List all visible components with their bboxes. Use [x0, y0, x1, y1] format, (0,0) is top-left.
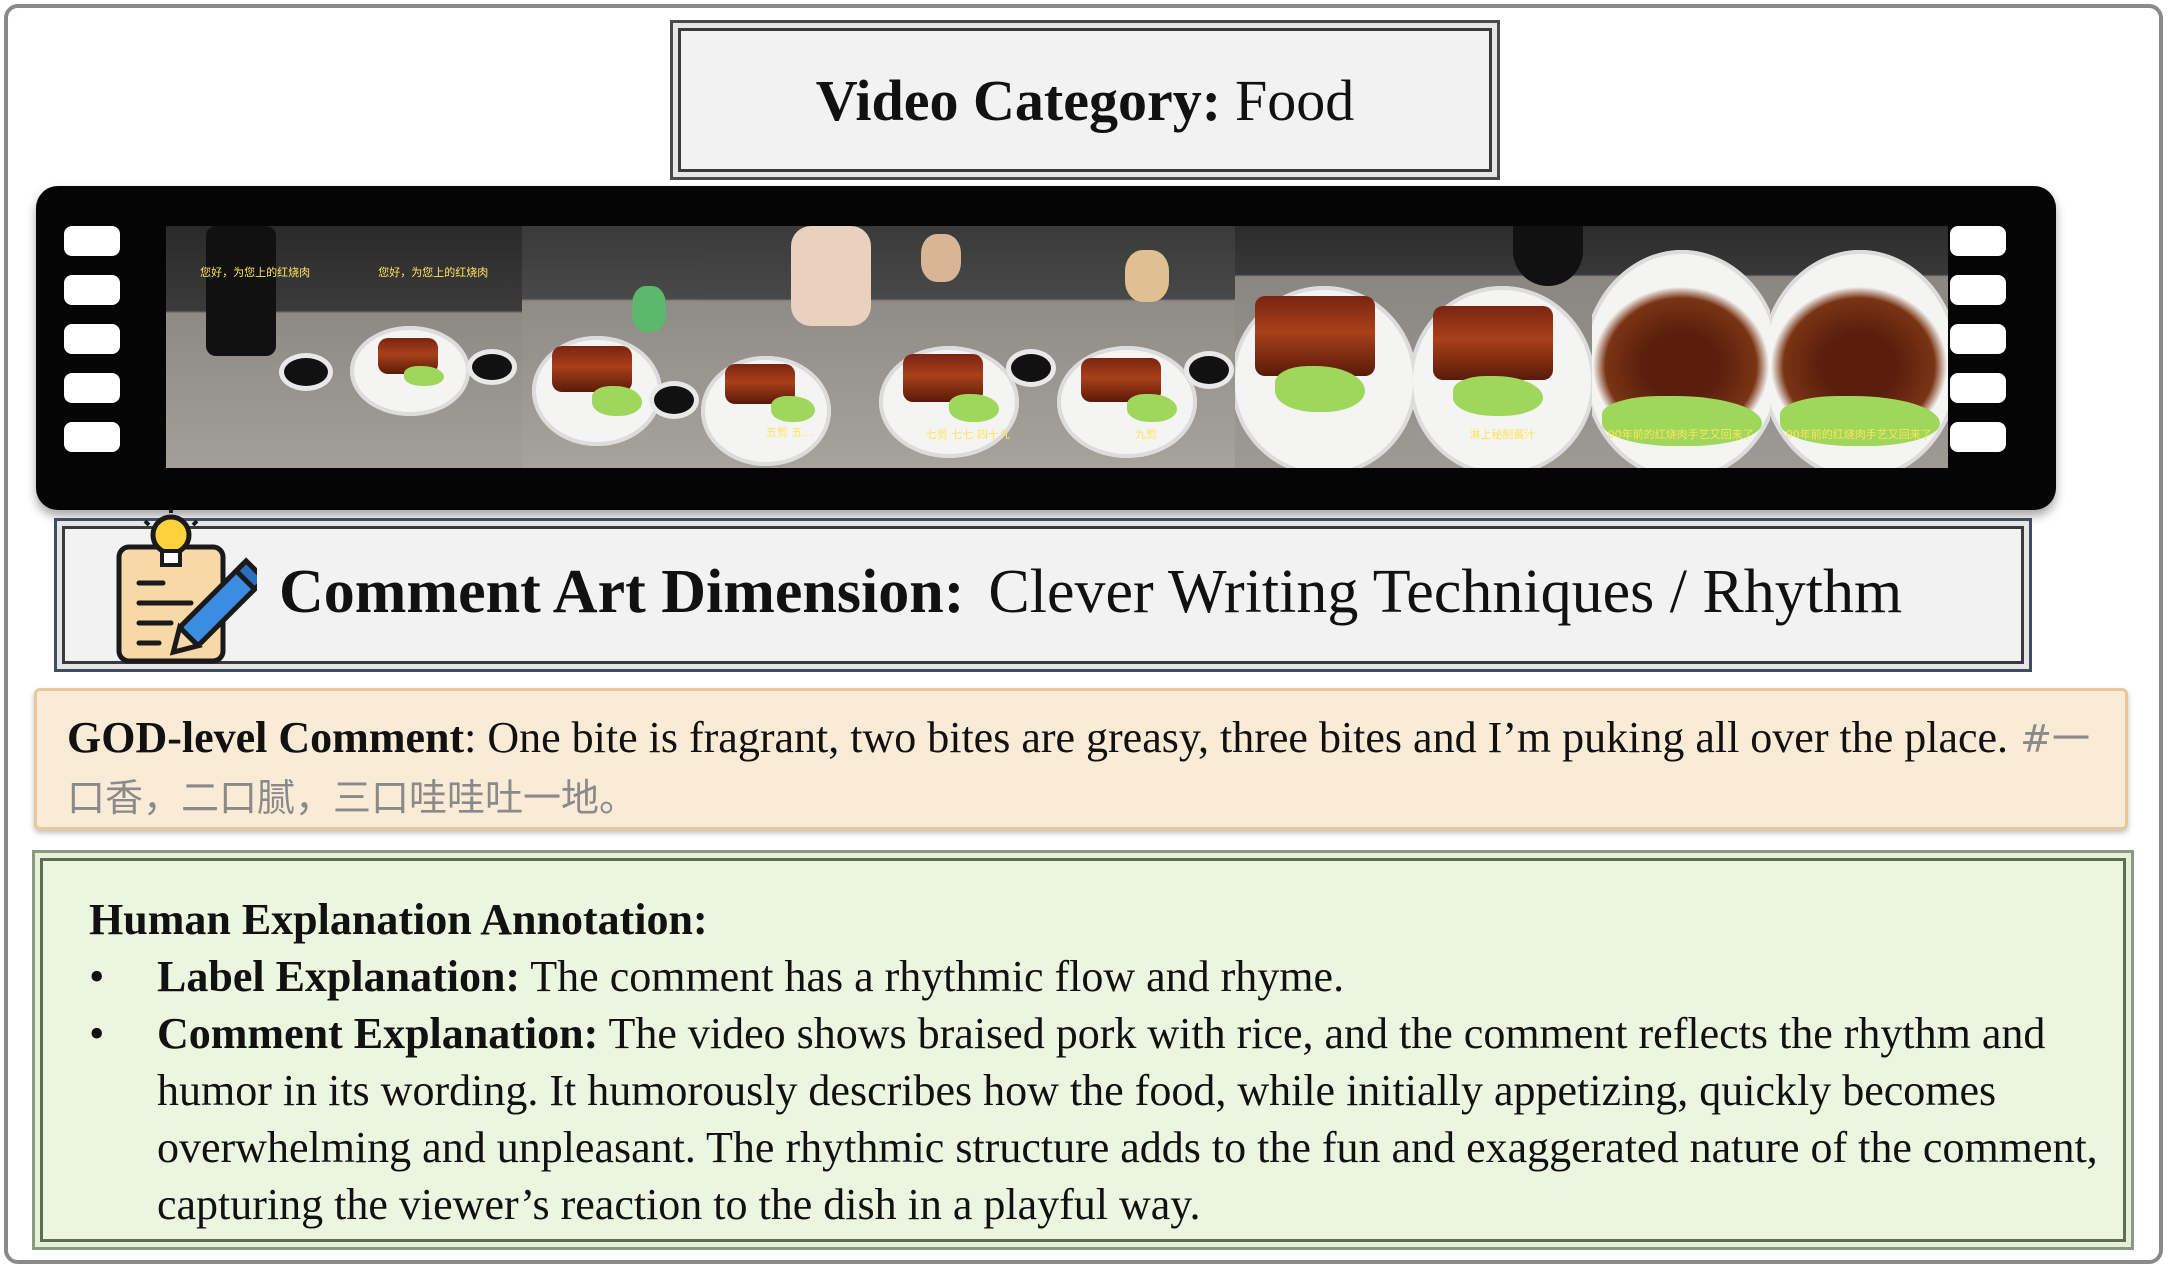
notepad-pencil-lightbulb-icon	[116, 509, 257, 664]
frame-subtitle: 00年前的红烧肉手艺又回来了	[1785, 428, 1932, 441]
frame-subtitle: 七剪 七七 四十九	[925, 428, 1010, 441]
frame-subtitle: 九剪	[1135, 428, 1158, 441]
label-explanation-text: The comment has a rhythmic flow and rhym…	[520, 952, 1345, 1001]
bullet: •	[89, 1009, 105, 1058]
label-explanation-label: Label Explanation:	[157, 952, 521, 1001]
frame-subtitle: 淋上秘制酱汁	[1469, 428, 1536, 441]
video-frame-2: 您好，为您上的红烧肉	[344, 226, 523, 468]
frame-subtitle: 您好，为您上的红烧肉	[200, 266, 311, 279]
video-frames: 您好，为您上的红烧肉 您好，为您上的红烧肉 五剪 五… 七剪 七七 四十九 九剪…	[166, 226, 1948, 468]
god-comment-label: GOD-level Comment	[67, 713, 465, 762]
film-holes-right	[1950, 226, 2006, 471]
video-frame-1: 您好，为您上的红烧肉	[166, 226, 345, 468]
art-dimension-text: Comment Art Dimension: Clever Writing Tec…	[279, 557, 1902, 628]
frame-subtitle: 五剪 五…	[765, 426, 814, 439]
video-frame-6: 九剪	[1056, 226, 1236, 468]
video-category-value: Food	[1235, 67, 1355, 133]
video-frame-4: 五剪 五…	[700, 226, 879, 468]
art-dimension-label: Comment Art Dimension:	[279, 558, 965, 626]
human-annotation-title: Human Explanation Annotation:	[89, 895, 708, 944]
art-dimension-box: Comment Art Dimension: Clever Writing Tec…	[62, 509, 2024, 664]
god-comment-text: : One bite is fragrant, two bites are gr…	[464, 713, 2009, 762]
film-strip: 您好，为您上的红烧肉 您好，为您上的红烧肉 五剪 五… 七剪 七七 四十九 九剪…	[36, 186, 2056, 510]
film-holes-left	[64, 226, 120, 471]
video-frame-10: 00年前的红烧肉手艺又回来了	[1769, 226, 1948, 468]
video-category-box: Video Category: Food	[678, 28, 1492, 172]
god-level-comment-box: GOD-level Comment: One bite is fragrant,…	[34, 688, 2128, 830]
video-frame-5: 七剪 七七 四十九	[878, 226, 1057, 468]
video-frame-9: 00年前的红烧肉手艺又回来了	[1591, 226, 1770, 468]
video-frame-3	[522, 226, 701, 468]
human-annotation-box: Human Explanation Annotation: • Label Ex…	[40, 858, 2126, 1242]
frame-subtitle: 00年前的红烧肉手艺又回来了	[1607, 428, 1754, 441]
video-frame-8: 淋上秘制酱汁	[1413, 226, 1592, 468]
comment-explanation-item: • Comment Explanation: The video shows b…	[89, 1005, 2123, 1233]
video-category-label: Video Category:	[815, 67, 1222, 133]
comment-explanation-label: Comment Explanation:	[157, 1009, 599, 1058]
label-explanation-item: • Label Explanation: The comment has a r…	[89, 948, 2123, 1005]
bullet: •	[89, 952, 105, 1001]
art-dimension-value: Clever Writing Techniques / Rhythm	[988, 558, 1903, 626]
frame-subtitle: 您好，为您上的红烧肉	[378, 266, 489, 279]
video-frame-7	[1235, 226, 1414, 468]
